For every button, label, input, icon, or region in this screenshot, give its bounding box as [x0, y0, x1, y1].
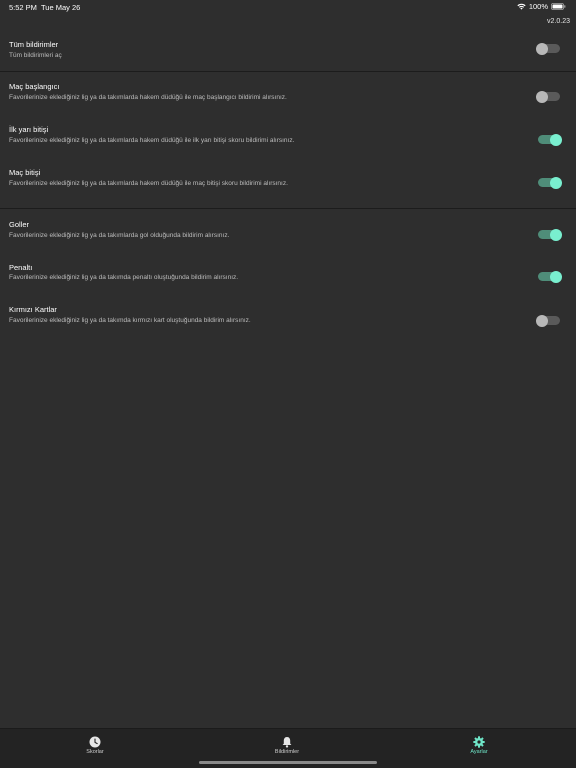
goals-toggle[interactable]	[538, 228, 562, 241]
setting-description: Favorilerinize eklediğiniz lig ya da tak…	[9, 137, 295, 144]
setting-title: Goller	[9, 220, 30, 229]
tab-label: Ayarlar	[470, 749, 488, 755]
red-cards-toggle[interactable]	[536, 314, 560, 327]
status-time: 5:52 PM	[9, 3, 37, 12]
setting-title: Kırmızı Kartlar	[9, 305, 57, 314]
divider	[0, 208, 576, 209]
setting-description: Favorilerinize eklediğiniz lig ya da tak…	[9, 274, 239, 281]
setting-title: Maç başlangıcı	[9, 82, 60, 91]
match-start-toggle[interactable]	[536, 90, 560, 103]
status-date: Tue May 26	[41, 3, 81, 12]
setting-title: İlk yarı bitişi	[9, 125, 49, 134]
version-label: v2.0.23	[547, 18, 570, 25]
status-bar: 5:52 PM Tue May 26 100%	[0, 0, 576, 14]
tab-label: Bildirimler	[274, 749, 300, 755]
toggle-knob	[536, 314, 548, 327]
toggle-knob	[536, 42, 548, 55]
setting-title: Penaltı	[9, 263, 33, 272]
battery-percent: 100%	[528, 2, 548, 11]
bell-icon	[281, 735, 293, 748]
halftime-toggle[interactable]	[538, 133, 562, 146]
wifi-icon	[517, 3, 526, 10]
tab-bildirimler[interactable]: Bildirimler	[257, 735, 317, 755]
toggle-knob	[550, 228, 562, 241]
battery-icon	[551, 3, 566, 10]
setting-title: Maç bitişi	[9, 168, 41, 177]
all-notifications-toggle[interactable]	[536, 42, 560, 55]
toggle-knob	[550, 133, 562, 146]
toggle-knob	[550, 270, 562, 283]
tab-bar: Skorlar Bildirimler Ayarlar	[0, 728, 576, 768]
toggle-knob	[536, 90, 548, 103]
setting-description: Favorilerinize eklediğiniz lig ya da tak…	[9, 232, 230, 239]
divider	[0, 71, 576, 72]
tab-label: Skorlar	[86, 749, 104, 755]
penalty-toggle[interactable]	[538, 270, 562, 283]
home-indicator[interactable]	[199, 761, 377, 764]
setting-description: Favorilerinize eklediğiniz lig ya da tak…	[9, 94, 287, 101]
tab-skorlar[interactable]: Skorlar	[65, 735, 125, 755]
setting-description: Tüm bildirimleri aç	[9, 52, 62, 59]
setting-title: Tüm bildirimler	[9, 40, 59, 49]
toggle-knob	[550, 176, 562, 189]
setting-description: Favorilerinize eklediğiniz lig ya da tak…	[9, 180, 288, 187]
setting-description: Favorilerinize eklediğiniz lig ya da tak…	[9, 317, 251, 324]
tab-ayarlar[interactable]: Ayarlar	[449, 735, 509, 755]
status-indicators: 100%	[517, 2, 566, 11]
gear-icon	[473, 735, 485, 748]
match-end-toggle[interactable]	[538, 176, 562, 189]
clock-icon	[89, 735, 101, 748]
